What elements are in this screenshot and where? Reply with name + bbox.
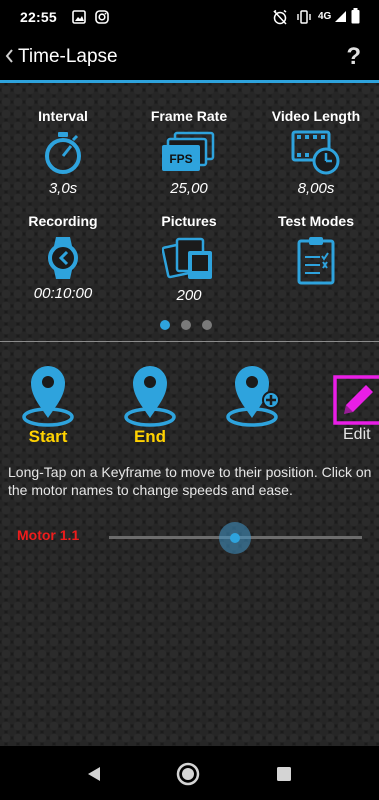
status-bar: 22:55 4G [0, 0, 379, 34]
start-label: Start [28, 427, 68, 446]
signal-icon [335, 11, 346, 22]
pictures-card[interactable]: Pictures 200 [126, 213, 252, 304]
recording-value: 00:10:00 [33, 285, 93, 302]
vibrate-icon [297, 10, 311, 24]
page-title: Time-Lapse [18, 46, 118, 67]
battery-icon [351, 8, 360, 24]
instagram-icon [95, 10, 109, 24]
recording-label: Recording [28, 213, 98, 229]
end-location-pin-icon [124, 365, 176, 427]
end-keyframe-button[interactable]: End [122, 362, 178, 447]
test-modes-label: Test Modes [278, 213, 354, 229]
page-dot-3[interactable] [202, 320, 212, 330]
nav-recents-icon[interactable] [276, 766, 292, 782]
divider [0, 341, 379, 342]
interval-value: 3,0s [48, 180, 78, 197]
edit-label: Edit [343, 426, 371, 443]
motor-name[interactable]: Motor 1.1 [17, 527, 79, 543]
edit-button[interactable]: Edit [332, 374, 379, 443]
svg-text:FPS: FPS [169, 152, 192, 166]
pictures-icon [162, 237, 212, 279]
checklist-icon [297, 237, 335, 285]
video-length-value: 8,00s [297, 180, 335, 197]
image-icon [72, 10, 86, 24]
back-chevron-icon[interactable] [4, 48, 14, 64]
frame-rate-value: 25,00 [170, 180, 208, 197]
edit-pencil-icon [333, 375, 379, 425]
film-clock-icon [291, 130, 340, 175]
frame-rate-label: Frame Rate [150, 108, 228, 124]
info-text: Long-Tap on a Keyframe to move to their … [8, 464, 372, 498]
start-keyframe-button[interactable]: Start [20, 362, 76, 447]
add-keyframe-button[interactable] [224, 362, 284, 433]
fps-icon: FPS [162, 131, 215, 171]
page-dot-2[interactable] [181, 320, 191, 330]
recording-card[interactable]: Recording 00:10:00 [0, 213, 126, 302]
pictures-value: 200 [176, 287, 202, 304]
network-type: 4G [318, 11, 332, 22]
video-length-label: Video Length [271, 108, 361, 124]
start-location-pin-icon [22, 365, 74, 427]
status-time: 22:55 [20, 9, 57, 25]
end-label: End [133, 427, 167, 446]
watch-icon [48, 237, 78, 279]
frame-rate-card[interactable]: Frame Rate FPS 25,00 [126, 108, 252, 197]
nav-home-icon[interactable] [176, 762, 200, 786]
nav-back-icon[interactable] [86, 766, 102, 782]
page-dot-1[interactable] [160, 320, 170, 330]
test-modes-card[interactable]: Test Modes [253, 213, 379, 285]
video-length-card[interactable]: Video Length 8,00s [253, 108, 379, 197]
add-location-pin-icon [226, 365, 280, 427]
motor-slider-thumb[interactable] [230, 533, 240, 543]
help-button[interactable]: ? [346, 43, 361, 71]
interval-card[interactable]: Interval 3,0s [0, 108, 126, 197]
interval-label: Interval [38, 108, 88, 124]
stopwatch-icon [45, 132, 81, 174]
alarm-off-icon [273, 9, 287, 25]
action-bar: Time-Lapse ? [0, 34, 379, 83]
navigation-bar [0, 746, 379, 800]
pictures-label: Pictures [161, 213, 217, 229]
